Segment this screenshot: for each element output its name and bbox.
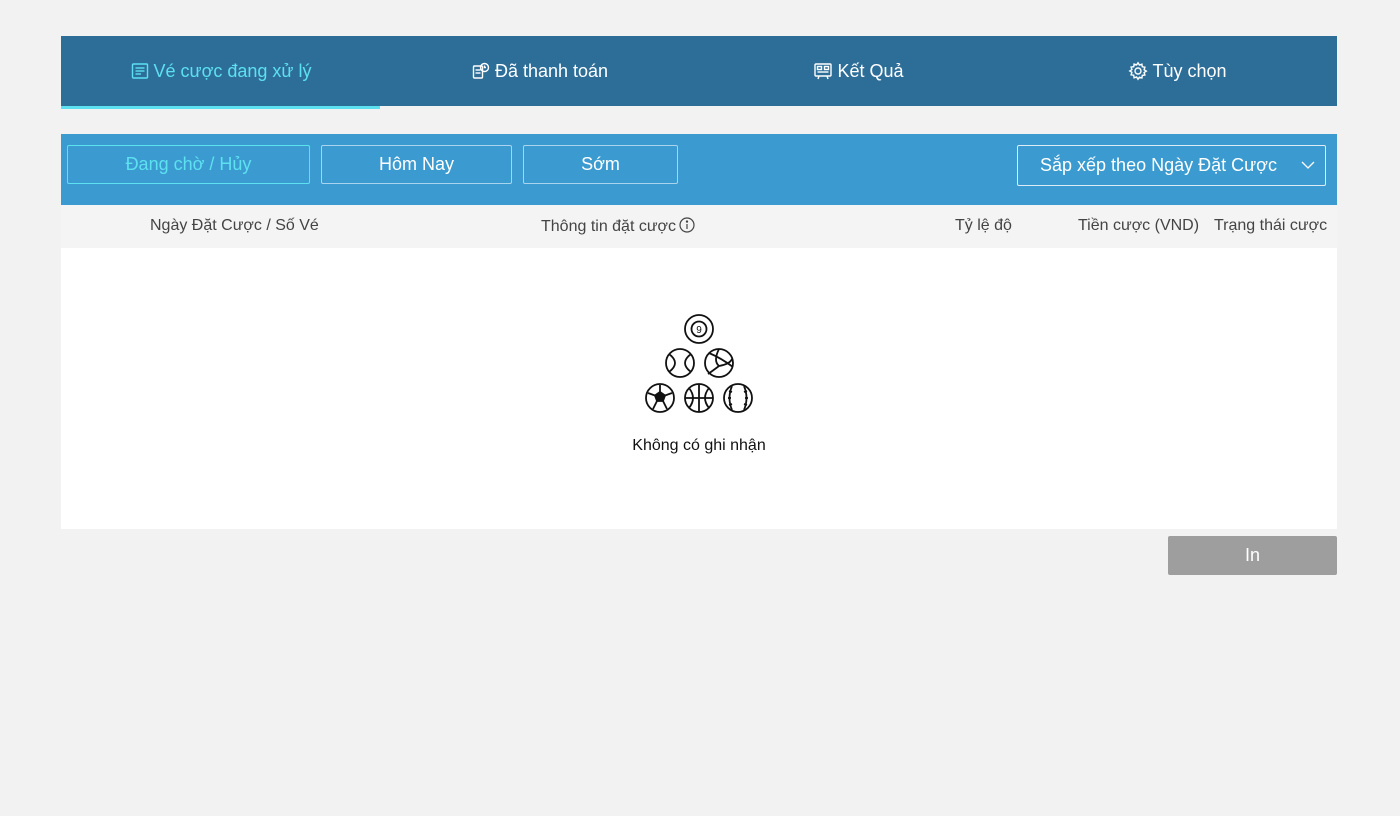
column-header-stake: Tiền cược (VND) <box>1078 217 1200 234</box>
filter-pending-cancel-button[interactable]: Đang chờ / Hủy <box>67 145 310 184</box>
column-header-bet-info: Thông tin đặt cược <box>541 217 695 236</box>
column-header-label: Thông tin đặt cược <box>541 218 677 235</box>
filter-bar: Đang chờ / Hủy Hôm Nay Sớm Sắp xếp theo … <box>61 134 1337 205</box>
column-header-date-ticket: Ngày Đặt Cược / Số Vé <box>150 217 319 234</box>
top-tab-bar: Vé cược đang xử lý Đã thanh toán Kết Quả… <box>61 36 1337 109</box>
tab-label: Kết Quả <box>837 60 904 81</box>
bet-list-panel: Vé cược đang xử lý Đã thanh toán Kết Quả… <box>61 36 1337 575</box>
column-header-odds: Tỷ lệ độ <box>955 217 1012 234</box>
sort-dropdown[interactable]: Sắp xếp theo Ngày Đặt Cược <box>1017 145 1326 186</box>
tab-options[interactable]: Tùy chọn <box>1018 36 1337 106</box>
tab-label: Tùy chọn <box>1152 60 1227 81</box>
paid-coins-icon <box>471 61 491 81</box>
filter-early-button[interactable]: Sớm <box>523 145 678 184</box>
tab-pending-bets[interactable]: Vé cược đang xử lý <box>61 36 380 109</box>
tab-paid[interactable]: Đã thanh toán <box>380 36 699 106</box>
empty-state-message: Không có ghi nhận <box>632 437 766 454</box>
filter-today-button[interactable]: Hôm Nay <box>321 145 512 184</box>
info-icon[interactable] <box>679 217 695 233</box>
tab-results[interactable]: Kết Quả <box>699 36 1018 106</box>
chevron-down-icon <box>1301 161 1315 169</box>
print-button[interactable]: In <box>1168 536 1337 575</box>
gear-icon <box>1128 61 1149 81</box>
bet-list-body: 9 Không có ghi nhận <box>61 248 1337 529</box>
results-board-icon <box>813 61 833 81</box>
column-header-status: Trạng thái cược <box>1214 217 1328 234</box>
table-header-row: Ngày Đặt Cược / Số Vé Thông tin đặt cược… <box>61 205 1337 248</box>
sort-label: Sắp xếp theo Ngày Đặt Cược <box>1040 155 1277 175</box>
tab-label: Vé cược đang xử lý <box>153 60 312 81</box>
ticket-list-icon <box>130 61 150 81</box>
sports-balls-icon: 9 <box>645 314 753 413</box>
tab-label: Đã thanh toán <box>494 60 609 81</box>
svg-text:9: 9 <box>696 325 702 336</box>
